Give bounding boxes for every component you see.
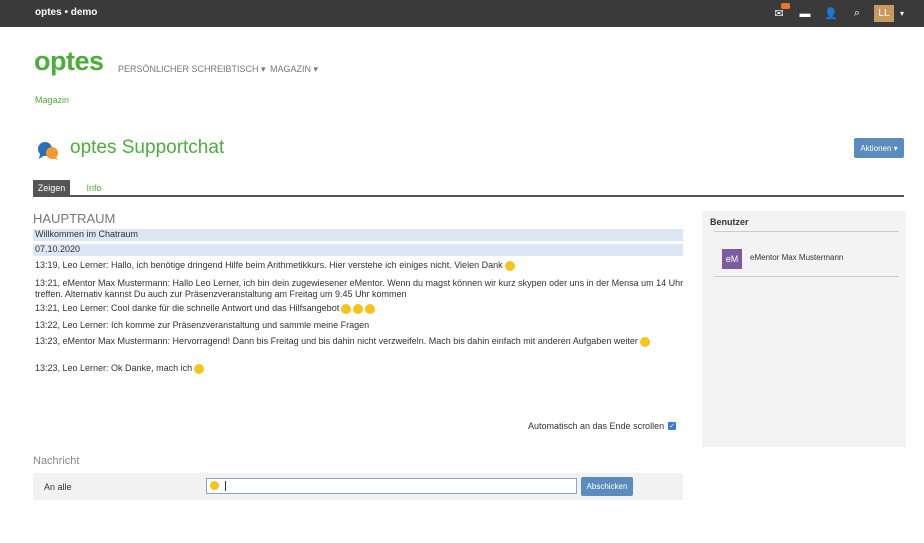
chat-message-text: 13:23, Leo Lerner: Ok Danke, mach ich [35, 363, 193, 373]
welcome-message: Willkommen im Chatraum [33, 229, 683, 241]
thumbs-up-emoji-icon [341, 303, 352, 314]
nav-magazine[interactable]: MAGAZIN ▾ [270, 64, 318, 75]
nav-personal-desk[interactable]: PERSÖNLICHER SCHREIBTISCH ▾ [118, 64, 266, 75]
mail-badge [780, 3, 790, 9]
user-name[interactable]: eMentor Max Mustermann [750, 253, 843, 262]
topbar-icons: ✉ ▬ 👤 ⌕ LL ▾ [766, 0, 904, 27]
chat-room-icon [38, 142, 58, 160]
user-menu-caret-icon[interactable]: ▾ [900, 9, 904, 18]
sidebar-divider [714, 231, 899, 232]
chat-date: 07.10.2020 [33, 244, 683, 256]
tab-show[interactable]: Zeigen [33, 180, 70, 195]
recipient-label: An alle [44, 482, 72, 492]
chat-message: 13:19, Leo Lerner: Hallo, ich benötige d… [35, 260, 690, 271]
user-icon[interactable]: 👤 [818, 0, 844, 27]
search-icon[interactable]: ⌕ [844, 0, 870, 27]
chat-message: 13:23, Leo Lerner: Ok Danke, mach ich [35, 363, 690, 374]
autoscroll-checkbox[interactable]: ✓ [668, 422, 677, 430]
wink-emoji-icon [194, 363, 205, 374]
top-navigation-bar: optes • demo ✉ ▬ 👤 ⌕ LL ▾ [0, 0, 924, 27]
tab-bar: Zeigen Info [33, 180, 904, 197]
page-title: optes Supportchat [70, 137, 225, 158]
users-sidebar: Benutzer eM eMentor Max Mustermann [702, 211, 906, 447]
sidebar-title: Benutzer [710, 217, 749, 227]
chat-message: 13:21, eMentor Max Mustermann: Hallo Leo… [35, 278, 690, 300]
chat-message-text: 13:22, Leo Lerner: Ich komme zur Präsenz… [35, 320, 370, 330]
optes-logo[interactable]: optes [34, 46, 104, 77]
smiley-emoji-icon [504, 260, 515, 271]
emoji-picker-icon[interactable] [210, 481, 219, 490]
tab-info[interactable]: Info [79, 180, 109, 195]
chat-message-text: 13:21, Leo Lerner: Cool danke für die sc… [35, 303, 340, 313]
smiley-emoji-icon [353, 303, 364, 314]
chat-message-text: 13:21, eMentor Max Mustermann: Hallo Leo… [35, 278, 684, 299]
compose-row: An alle Abschicken [33, 473, 683, 500]
autoscroll-label: Automatisch an das Ende scrollen [528, 421, 665, 431]
mail-icon[interactable]: ✉ [766, 0, 792, 27]
text-cursor [225, 481, 226, 491]
user-avatar[interactable]: eM [722, 249, 742, 269]
room-name: HAUPTRAUM [33, 211, 116, 226]
autoscroll-option: Automatisch an das Ende scrollen ✓ [528, 421, 677, 431]
actions-button[interactable]: Aktionen ▾ [854, 138, 904, 158]
smiley-emoji-icon [365, 303, 376, 314]
user-avatar[interactable]: LL [873, 5, 894, 22]
chat-message-text: 13:19, Leo Lerner: Hallo, ich benötige d… [35, 260, 503, 270]
chat-message-text: 13:23, eMentor Max Mustermann: Hervorrag… [35, 336, 638, 346]
chat-message: 13:21, Leo Lerner: Cool danke für die sc… [35, 303, 690, 314]
chat-message: 13:23, eMentor Max Mustermann: Hervorrag… [35, 336, 690, 347]
breadcrumb[interactable]: Magazin [35, 95, 69, 105]
chat-bubble-icon[interactable]: ▬ [792, 0, 818, 27]
sidebar-divider [714, 276, 899, 277]
sunglasses-emoji-icon [639, 336, 650, 347]
chat-message: 13:22, Leo Lerner: Ich komme zur Präsenz… [35, 320, 690, 331]
message-input[interactable] [206, 478, 577, 494]
brand-label[interactable]: optes • demo [35, 7, 97, 18]
send-button[interactable]: Abschicken [581, 477, 633, 496]
message-heading: Nachricht [33, 455, 80, 467]
